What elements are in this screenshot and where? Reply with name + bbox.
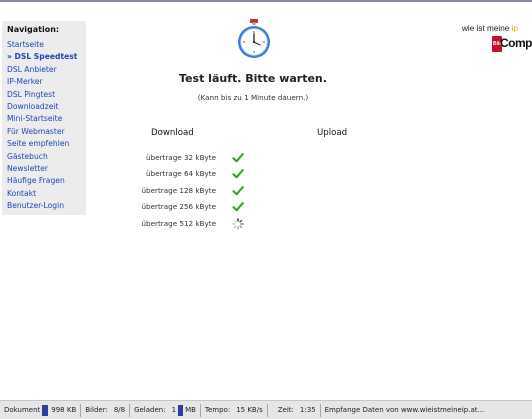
logo-mark: Bild Compu [492,36,532,58]
list-item: übertrage 32 kByte [100,152,260,168]
site-logo[interactable]: wie ist meine ip Bild Compu [462,24,532,64]
nav-item-downloadzeit[interactable]: Downloadzeit [7,101,86,113]
transfer-label: übertrage 32 kByte [146,153,216,162]
browser-status-bar: Dokument 998 KB Bilder: 8/8 Geladen: 1 M… [0,400,532,419]
checkmark-icon [232,152,244,163]
nav-item-dsl-anbieter[interactable]: DSL Anbieter [7,64,86,76]
status-tempo: Tempo: 15 KB/s [201,403,268,417]
download-heading: Download [151,128,194,138]
status-zeit-value: 1:35 [299,406,316,414]
checkmark-icon [232,169,244,179]
nav-item-kontakt[interactable]: Kontakt [7,188,86,200]
nav-item-benutzer-login[interactable]: Benutzer-Login [7,200,86,212]
status-message: Empfange Daten von www.wieistmeineip.at.… [321,404,489,417]
nav-item-dsl-pingtest[interactable]: DSL Pingtest [7,89,86,101]
checkmark-icon [232,185,244,196]
status-dokument-value: 998 KB [51,406,77,414]
status-zeit: Zeit: 1:35 [268,403,321,417]
nav-item-ip-merker[interactable]: IP-Merker [7,76,86,88]
status-geladen-label: Geladen: [134,406,166,414]
status-bilder: Bilder: 8/8 [81,403,131,417]
status-dokument: Dokument 998 KB [0,403,82,417]
nav-item-seite-empfehlen[interactable]: Seite empfehlen [7,138,86,150]
nav-item-mini-startseite[interactable]: Mini-Startseite [7,113,86,125]
status-tempo-label: Tempo: [204,406,231,414]
nav-item-startseite[interactable]: Startseite [7,39,86,51]
status-geladen-unit: MB [185,406,196,414]
status-bilder-label: Bilder: [85,406,108,414]
status-geladen-value: 1 [171,406,177,414]
sidebar-navigation: Navigation: Startseite » DSL Speedtest D… [2,21,86,215]
checkmark-icon [232,202,244,212]
nav-item-fuer-webmaster[interactable]: Für Webmaster [7,126,86,138]
transfer-label: übertrage 256 kByte [141,202,216,212]
nav-item-gaestebuch[interactable]: Gästebuch [7,151,86,163]
nav-item-dsl-speedtest[interactable]: » DSL Speedtest [7,51,86,63]
window-top-border [0,0,532,2]
nav-item-newsletter[interactable]: Newsletter [7,163,86,175]
progress-indicator [178,404,184,416]
download-progress-list: übertrage 32 kByte übertrage 64 kByte üb… [100,152,260,234]
status-tempo-value: 15 KB/s [236,406,263,414]
status-geladen: Geladen: 1 MB [130,403,201,417]
nav-heading: Navigation: [7,25,60,34]
list-item: übertrage 128 kByte [100,185,260,201]
list-item: übertrage 256 kByte [100,201,260,217]
logo-wordmark: Compu [500,36,532,50]
transfer-label: übertrage 512 kByte [141,218,216,228]
loading-spinner-icon [232,217,244,230]
status-zeit-label: Zeit: [277,406,294,414]
status-message-text: Empfange Daten von www.wieistmeineip.at.… [324,406,485,414]
progress-indicator [42,404,49,416]
list-item: übertrage 512 kByte [100,217,260,234]
transfer-label: übertrage 128 kByte [141,185,216,195]
nav-item-haeufige-fragen[interactable]: Häufige Fragen [7,175,86,187]
page-title: Test läuft. Bitte warten. [179,72,327,85]
logo-tagline: wie ist meine ip [462,24,518,33]
status-dokument-label: Dokument [4,406,41,414]
transfer-label: übertrage 64 kByte [146,169,216,179]
upload-heading: Upload [317,128,348,138]
status-bilder-value: 8/8 [113,406,126,414]
page-subtitle: (Kann bis zu 1 Minute dauern.) [197,93,309,102]
stopwatch-icon [238,19,270,58]
list-item: übertrage 64 kByte [100,168,260,184]
